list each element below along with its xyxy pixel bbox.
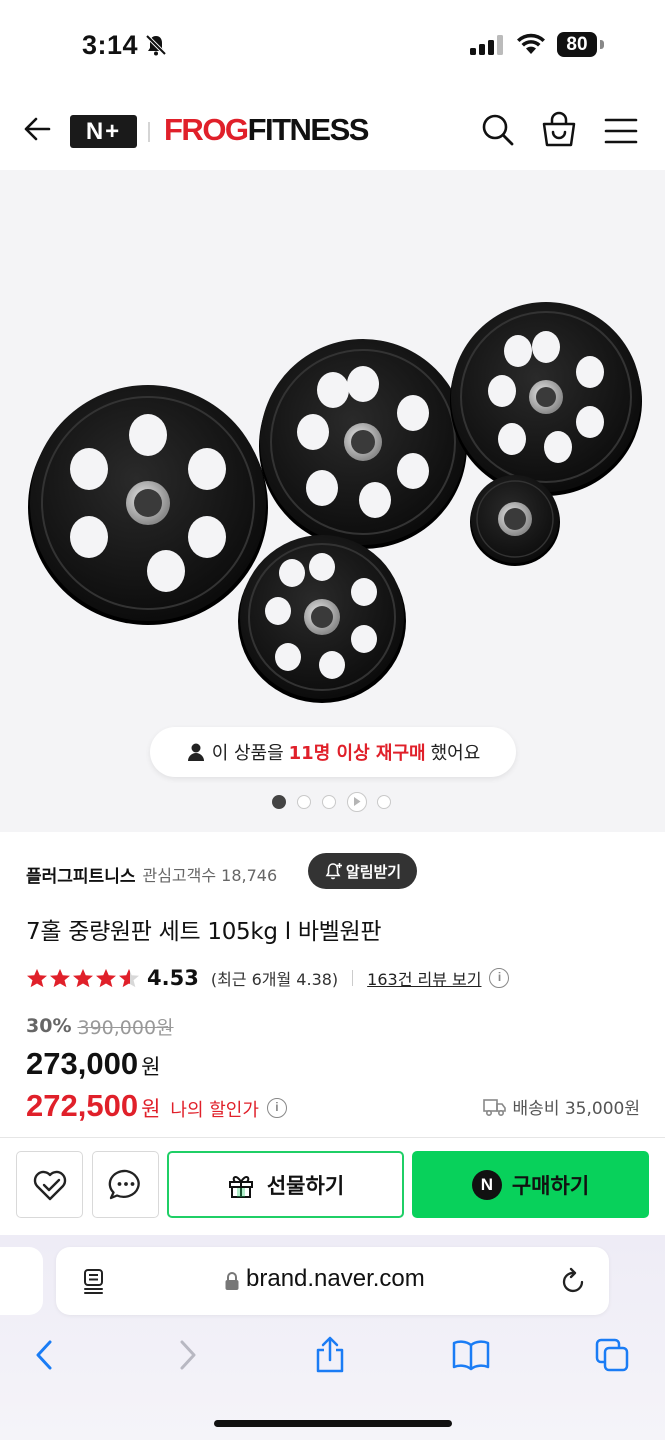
gallery-dot-1[interactable] — [272, 795, 286, 809]
price-block: 30% 390,000원 273,000 원 272,500 원 나의 할인가 … — [26, 1012, 646, 1128]
battery-indicator: 80 — [557, 32, 597, 57]
status-bar: 3:14 80 — [0, 0, 665, 92]
original-price: 390,000원 — [77, 1016, 174, 1039]
url-text: brand.naver.com — [246, 1265, 425, 1292]
discount-row: 30% 390,000원 — [26, 1012, 646, 1040]
star-full-icon — [27, 968, 47, 988]
buy-button[interactable]: N 구매하기 — [412, 1151, 649, 1218]
shopping-bag-icon[interactable] — [541, 111, 577, 149]
battery-cap — [600, 40, 604, 49]
my-discount-unit: 원 — [141, 1097, 161, 1121]
store-row: 플러그피트니스 관심고객수 18,746 — [26, 854, 277, 894]
rebuy-badge: 이 상품을 11명 이상 재구매 했어요 — [150, 727, 516, 777]
chevron-left-icon — [36, 1340, 52, 1370]
home-indicator — [214, 1420, 452, 1427]
shipping-fee: 배송비 35,000원 — [482, 1094, 640, 1119]
gallery-dot-3[interactable] — [322, 795, 336, 809]
info-icon[interactable]: i — [266, 1098, 287, 1118]
address-bar[interactable]: brand.naver.com — [56, 1247, 609, 1315]
app-header: N+ FROGFITNESS — [0, 92, 665, 170]
rebuy-highlight: 11명 이상 재구매 — [288, 743, 426, 764]
chat-bubble-icon — [108, 1169, 140, 1199]
my-discount-price: 272,500 — [26, 1088, 139, 1123]
weight-plate-5kg — [470, 475, 560, 566]
heart-check-icon — [33, 1170, 66, 1200]
weight-plate-bottom — [238, 535, 406, 703]
bell-plus-icon — [325, 863, 342, 880]
shipping-fee-label: 배송비 35,000원 — [512, 1099, 640, 1119]
store-name[interactable]: 플러그피트니스 — [26, 862, 135, 887]
rebuy-prefix: 이 상품을 — [211, 743, 284, 764]
rebuy-suffix: 했어요 — [430, 743, 481, 764]
lock-icon — [225, 1272, 239, 1290]
sale-price-unit: 원 — [141, 1055, 161, 1079]
browser-forward-button[interactable] — [168, 1335, 208, 1375]
search-icon[interactable] — [480, 112, 516, 148]
play-icon — [354, 797, 361, 806]
star-full-icon — [50, 968, 70, 988]
tabs-button[interactable] — [592, 1335, 632, 1375]
notify-button[interactable]: 알림받기 — [308, 853, 417, 889]
gallery-pagination — [0, 792, 665, 812]
my-discount-row: 272,500 원 나의 할인가 i 배송비 35,000원 — [26, 1088, 646, 1128]
tabs-icon — [595, 1338, 629, 1372]
wishlist-button[interactable] — [16, 1151, 83, 1218]
notify-button-label: 알림받기 — [345, 862, 402, 881]
status-time: 3:14 — [82, 30, 139, 60]
sale-price: 273,000 — [26, 1046, 139, 1081]
gift-button-label: 선물하기 — [266, 1173, 345, 1198]
star-full-icon — [96, 968, 116, 988]
gift-icon — [228, 1175, 253, 1198]
bookmarks-button[interactable] — [451, 1335, 491, 1375]
previous-tab-edge[interactable] — [0, 1247, 43, 1315]
rating-recent: (최근 6개월 4.38) — [210, 970, 339, 989]
follower-count: 관심고객수 18,746 — [142, 866, 278, 885]
brand-logo-red: FROG — [164, 112, 249, 147]
gallery-dot-2[interactable] — [297, 795, 311, 809]
weight-plate-20kg — [28, 385, 268, 625]
info-icon[interactable]: i — [489, 968, 510, 988]
reader-mode-icon[interactable] — [82, 1268, 108, 1294]
talk-button[interactable] — [92, 1151, 159, 1218]
header-divider — [148, 122, 150, 142]
star-full-icon — [73, 968, 93, 988]
my-discount-label: 나의 할인가 — [170, 1100, 259, 1121]
rating-score: 4.53 — [147, 966, 199, 990]
wifi-icon — [517, 33, 545, 54]
product-info: 플러그피트니스 관심고객수 18,746 알림받기 7홀 중량원판 세트 105… — [0, 832, 665, 1150]
gift-button[interactable]: 선물하기 — [167, 1151, 404, 1218]
person-icon — [187, 743, 204, 761]
naver-pay-icon: N — [471, 1169, 502, 1200]
browser-back-button[interactable] — [24, 1335, 64, 1375]
gallery-dot-video[interactable] — [347, 792, 367, 812]
rating-row: 4.53 (최근 6개월 4.38) 163건 리뷰 보기 i — [26, 962, 510, 994]
browser-toolbar: brand.naver.com — [0, 1235, 665, 1440]
star-half-icon — [119, 968, 139, 988]
purchase-bar: 선물하기 N 구매하기 — [0, 1137, 665, 1235]
share-icon — [316, 1336, 344, 1373]
product-title: 7홀 중량원판 세트 105kg l 바벨원판 — [26, 919, 382, 945]
bell-muted-icon — [145, 34, 167, 56]
brand-logo[interactable]: FROGFITNESS — [164, 110, 370, 150]
share-button[interactable] — [310, 1335, 350, 1375]
reload-icon[interactable] — [561, 1267, 587, 1295]
buy-button-label: 구매하기 — [511, 1173, 590, 1198]
discount-rate: 30% — [26, 1015, 72, 1037]
rating-separator — [352, 970, 354, 986]
truck-icon — [482, 1098, 506, 1116]
review-link[interactable]: 163건 리뷰 보기 — [367, 966, 481, 990]
weight-plate-15kg — [259, 339, 467, 549]
book-icon — [452, 1340, 490, 1371]
hamburger-menu-icon[interactable] — [604, 116, 638, 146]
gallery-dot-5[interactable] — [377, 795, 391, 809]
chevron-right-icon — [180, 1340, 196, 1370]
sale-price-row: 273,000 원 — [26, 1046, 646, 1086]
back-arrow-icon[interactable] — [22, 114, 52, 144]
cellular-signal-icon — [470, 35, 503, 55]
product-image-gallery[interactable]: 이 상품을 11명 이상 재구매 했어요 — [0, 170, 665, 832]
brand-logo-black: FITNESS — [247, 112, 370, 147]
weight-plate-10kg — [450, 302, 642, 496]
naver-plus-logo[interactable]: N+ — [70, 115, 137, 148]
rating-stars — [26, 968, 141, 988]
